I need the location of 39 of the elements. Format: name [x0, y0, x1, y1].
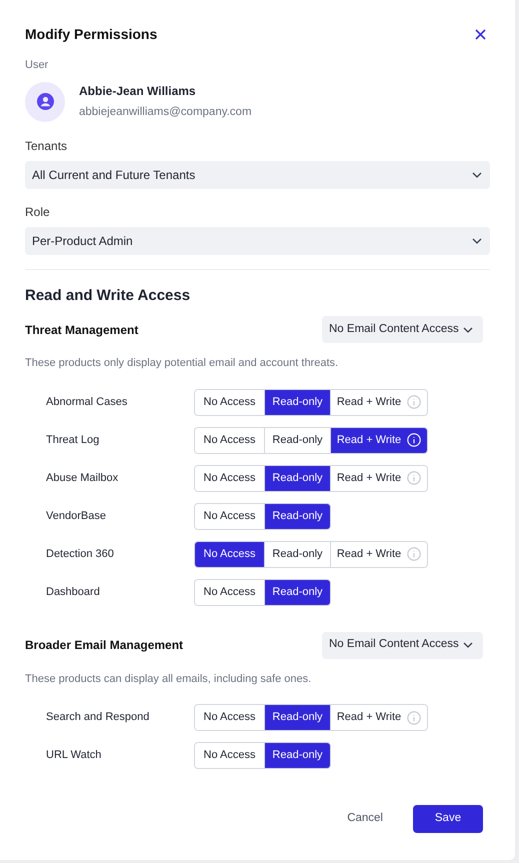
group-description: These products only display potential email and account threats.: [25, 356, 340, 371]
user-name: Abbie-Jean Williams: [79, 82, 197, 100]
product-name: URL Watch: [46, 748, 102, 764]
close-icon[interactable]: [475, 29, 486, 40]
access-option[interactable]: Read-only: [264, 466, 330, 490]
cancel-button[interactable]: Cancel: [347, 810, 383, 828]
access-option[interactable]: Read-only: [264, 580, 330, 604]
access-option[interactable]: Read + Write: [330, 390, 427, 414]
field-label: Tenants: [25, 138, 68, 154]
save-button[interactable]: Save: [413, 805, 483, 833]
access-option[interactable]: Read-only: [264, 743, 330, 768]
product-name: Threat Log: [46, 432, 100, 448]
access-option[interactable]: Read + Write: [330, 705, 427, 730]
email-access-dropdown[interactable]: No Email Content Access: [322, 632, 483, 658]
product-name: Abuse Mailbox: [46, 470, 120, 486]
dialog-title: Modify Permissions: [25, 25, 158, 44]
access-option[interactable]: Read-only: [264, 705, 330, 730]
access-option[interactable]: Read + Write: [330, 428, 427, 452]
user-email: abbiejeanwilliams@company.com: [79, 104, 252, 120]
access-option[interactable]: Read + Write: [330, 542, 427, 566]
access-option[interactable]: Read-only: [264, 390, 330, 414]
product-name: Dashboard: [46, 584, 101, 600]
tenants-dropdown[interactable]: All Current and Future Tenants: [25, 160, 490, 188]
field-label: User: [25, 58, 50, 73]
product-name: Detection 360: [46, 546, 115, 562]
access-option[interactable]: No Access: [195, 542, 264, 566]
group-title: Broader Email Management: [25, 637, 184, 654]
access-option[interactable]: Read + Write: [330, 466, 427, 490]
field-label: Role: [25, 204, 51, 220]
role-dropdown[interactable]: Per-Product Admin: [25, 226, 490, 254]
product-name: VendorBase: [46, 508, 107, 524]
group-title: Threat Management: [25, 322, 138, 338]
email-access-dropdown[interactable]: No Email Content Access: [322, 316, 483, 343]
avatar-icon: [25, 82, 65, 122]
product-name: Abnormal Cases: [46, 394, 128, 410]
section-heading: Read and Write Access: [25, 286, 192, 306]
product-name: Search and Respond: [46, 710, 150, 726]
access-option[interactable]: Read-only: [264, 504, 330, 528]
group-description: These products can display all emails, including safe ones.: [25, 672, 312, 686]
